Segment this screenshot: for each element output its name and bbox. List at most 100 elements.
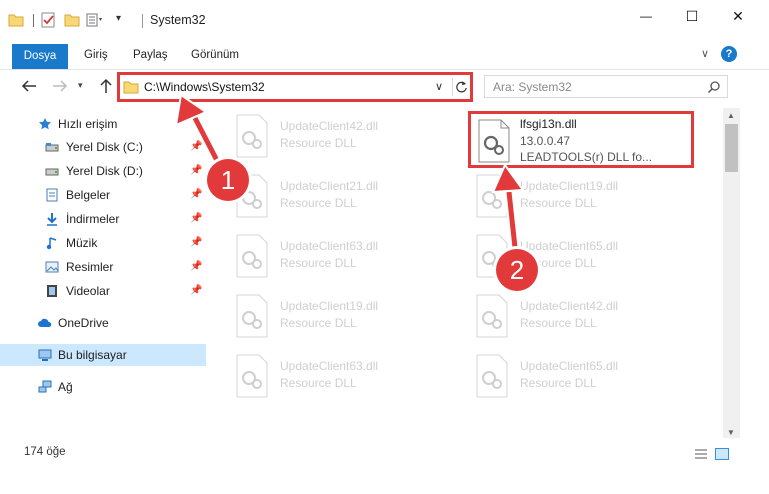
tab-home[interactable]: Giriş bbox=[76, 43, 116, 67]
sidebar-item-this-pc[interactable]: Bu bilgisayar bbox=[0, 344, 206, 366]
file-description: LEADTOOLS(r) DLL fo... bbox=[520, 150, 653, 164]
file-item[interactable]: UpdateClient63.dll Resource DLL bbox=[234, 232, 454, 286]
properties-check-icon[interactable] bbox=[41, 12, 55, 28]
details-view-icon[interactable] bbox=[694, 448, 708, 460]
sidebar-item-music[interactable]: Müzik 📌 bbox=[0, 232, 206, 254]
quick-access-separator bbox=[33, 14, 34, 27]
search-input[interactable]: Ara: System32 bbox=[484, 75, 728, 98]
pin-icon[interactable]: 📌 bbox=[190, 184, 202, 206]
sidebar-item-label: İndirmeler bbox=[66, 212, 120, 226]
file-name: UpdateClient65.dll bbox=[520, 359, 619, 373]
sidebar-item-videos[interactable]: Videolar 📌 bbox=[0, 280, 206, 302]
dll-file-icon bbox=[478, 119, 510, 163]
search-icon[interactable] bbox=[707, 80, 721, 94]
sidebar-item-label: OneDrive bbox=[58, 316, 109, 330]
file-item[interactable]: UpdateClient19.dll Resource DLL bbox=[234, 292, 454, 346]
sidebar-item-documents[interactable]: Belgeler 📌 bbox=[0, 184, 206, 206]
pin-icon[interactable]: 📌 bbox=[190, 280, 202, 302]
sidebar-item-downloads[interactable]: İndirmeler 📌 bbox=[0, 208, 206, 230]
sidebar-item-onedrive[interactable]: OneDrive bbox=[0, 312, 206, 334]
sidebar-item-pictures[interactable]: Resimler 📌 bbox=[0, 256, 206, 278]
up-arrow-icon[interactable] bbox=[97, 77, 115, 95]
status-bar: 174 öğe bbox=[0, 444, 769, 464]
file-item[interactable]: UpdateClient21.dll Resource DLL bbox=[234, 172, 454, 226]
file-item[interactable]: UpdateClient19.dll Resource DLL bbox=[474, 172, 694, 226]
file-description: Resource DLL bbox=[280, 376, 357, 390]
video-icon bbox=[47, 285, 57, 297]
scroll-down-icon[interactable]: ▼ bbox=[727, 428, 735, 437]
star-icon bbox=[39, 118, 51, 130]
search-placeholder: Ara: System32 bbox=[493, 80, 572, 94]
file-item[interactable]: UpdateClient65.dll Resource DLL bbox=[474, 352, 694, 406]
sidebar-item-label: Müzik bbox=[66, 236, 98, 250]
sidebar-item-label: Hızlı erişim bbox=[58, 117, 118, 131]
ribbon-expand-icon[interactable]: ∨ bbox=[701, 47, 709, 60]
sidebar-item-local-disk-c[interactable]: Yerel Disk (C:) 📌 bbox=[0, 136, 206, 158]
sidebar-item-label: Yerel Disk (C:) bbox=[66, 140, 143, 154]
pin-icon[interactable]: 📌 bbox=[190, 136, 202, 158]
dll-file-icon bbox=[476, 174, 508, 218]
scroll-up-icon[interactable]: ▲ bbox=[727, 111, 735, 120]
sidebar-item-label: Ağ bbox=[58, 380, 73, 394]
file-description: Resource DLL bbox=[280, 316, 357, 330]
network-icon bbox=[38, 380, 52, 393]
step-1-badge: 1 bbox=[207, 159, 249, 201]
sidebar-item-quick-access[interactable]: Hızlı erişim bbox=[0, 113, 206, 135]
file-item[interactable]: UpdateClient42.dll Resource DLL bbox=[234, 112, 454, 166]
file-name: UpdateClient19.dll bbox=[520, 179, 619, 193]
ribbon-tabs: Dosya Giriş Paylaş Görünüm bbox=[0, 40, 769, 70]
large-icons-view-icon[interactable] bbox=[715, 448, 729, 460]
maximize-button[interactable]: ☐ bbox=[669, 0, 715, 32]
dll-file-icon bbox=[236, 234, 268, 278]
sidebar-item-local-disk-d[interactable]: Yerel Disk (D:) 📌 bbox=[0, 160, 206, 182]
tab-view[interactable]: Görünüm bbox=[183, 43, 247, 67]
forward-arrow-icon[interactable] bbox=[51, 77, 69, 95]
dll-file-icon bbox=[476, 294, 508, 338]
close-icon: ✕ bbox=[732, 7, 744, 24]
help-icon[interactable]: ? bbox=[721, 46, 737, 62]
dll-file-icon bbox=[236, 354, 268, 398]
sidebar-item-label: Belgeler bbox=[66, 188, 111, 202]
file-item[interactable]: UpdateClient63.dll Resource DLL bbox=[234, 352, 454, 406]
tab-file[interactable]: Dosya bbox=[12, 44, 68, 69]
dll-file-icon bbox=[236, 294, 268, 338]
file-name: UpdateClient42.dll bbox=[520, 299, 619, 313]
new-folder-icon[interactable] bbox=[64, 12, 80, 28]
drive-icon bbox=[45, 168, 59, 176]
sidebar-item-network[interactable]: Ağ bbox=[0, 376, 206, 398]
file-name: UpdateClient65.dll bbox=[520, 239, 619, 253]
address-bar-highlight bbox=[117, 72, 473, 102]
sidebar-item-label: Yerel Disk (D:) bbox=[66, 164, 143, 178]
close-button[interactable]: ✕ bbox=[715, 0, 761, 32]
selected-file-item[interactable]: lfsgi13n.dll 13.0.0.47 LEADTOOLS(r) DLL … bbox=[468, 111, 694, 168]
pin-icon[interactable]: 📌 bbox=[190, 208, 202, 230]
customize-quick-access-icon[interactable]: ▾ bbox=[116, 13, 121, 24]
file-name: UpdateClient63.dll bbox=[280, 359, 379, 373]
dll-file-icon bbox=[236, 114, 268, 158]
window-title: System32 bbox=[150, 13, 206, 27]
recent-locations-icon[interactable]: ▾ bbox=[78, 80, 83, 91]
file-description: Resource DLL bbox=[520, 376, 597, 390]
sidebar-item-label: Resimler bbox=[66, 260, 114, 274]
item-count: 174 öğe bbox=[24, 446, 66, 458]
pin-icon[interactable]: 📌 bbox=[190, 256, 202, 278]
title-separator bbox=[142, 14, 143, 28]
folder-icon[interactable] bbox=[8, 12, 24, 28]
back-arrow-icon[interactable] bbox=[20, 77, 38, 95]
file-name: lfsgi13n.dll bbox=[520, 117, 577, 131]
file-description: Resource DLL bbox=[280, 196, 357, 210]
file-name: UpdateClient19.dll bbox=[280, 299, 379, 313]
scrollbar-thumb[interactable] bbox=[725, 124, 738, 172]
pin-icon[interactable]: 📌 bbox=[190, 160, 202, 182]
file-description: Resource DLL bbox=[520, 316, 597, 330]
navigation-pane: Hızlı erişim Yerel Disk (C:) 📌 Yerel Dis… bbox=[0, 108, 206, 438]
minimize-button[interactable]: — bbox=[623, 0, 669, 32]
tab-share[interactable]: Paylaş bbox=[125, 43, 176, 67]
pin-icon[interactable]: 📌 bbox=[190, 232, 202, 254]
rename-icon[interactable] bbox=[86, 12, 104, 28]
file-description: Resource DLL bbox=[520, 196, 597, 210]
pictures-icon bbox=[45, 261, 59, 273]
cloud-icon bbox=[38, 318, 52, 327]
file-item[interactable]: UpdateClient42.dll Resource DLL bbox=[474, 292, 694, 346]
documents-icon bbox=[46, 188, 58, 202]
